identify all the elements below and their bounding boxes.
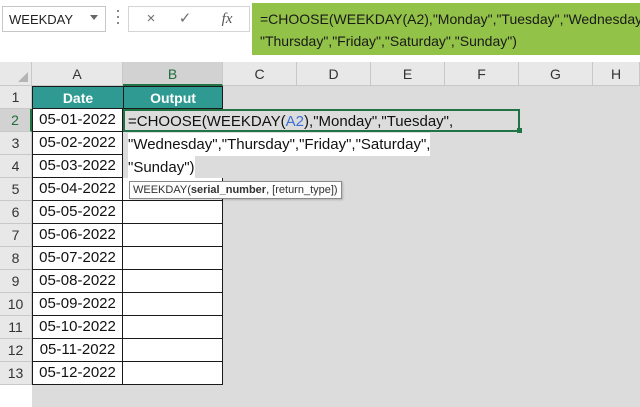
formula-buttons: × ✓ fx — [128, 6, 250, 32]
column-header-h[interactable]: H — [593, 62, 640, 86]
row-header-11[interactable]: 11 — [0, 316, 32, 339]
row-header-9[interactable]: 9 — [0, 270, 32, 293]
tooltip-current-arg[interactable]: serial_number — [191, 184, 266, 196]
date-header-cell[interactable]: Date — [32, 86, 124, 109]
function-tooltip: WEEKDAY(serial_number, [return_type]) — [129, 181, 342, 199]
row-header-7[interactable]: 7 — [0, 224, 32, 247]
row-header-2[interactable]: 2 — [0, 109, 32, 132]
column-header-c[interactable]: C — [223, 62, 297, 86]
name-box-value: WEEKDAY — [9, 12, 74, 27]
output-header-cell[interactable]: Output — [123, 86, 223, 109]
select-all-triangle-icon — [18, 72, 28, 82]
row-header-13[interactable]: 13 — [0, 362, 32, 385]
row-header-12[interactable]: 12 — [0, 339, 32, 362]
row-header-10[interactable]: 10 — [0, 293, 32, 316]
formula-line-1: =CHOOSE(WEEKDAY(A2),"Monday","Tuesday","… — [260, 11, 640, 27]
output-cell[interactable] — [123, 339, 223, 362]
formula-input[interactable]: =CHOOSE(WEEKDAY(A2),"Monday","Tuesday","… — [252, 3, 640, 55]
cancel-icon[interactable]: × — [139, 10, 163, 28]
output-cell[interactable] — [123, 201, 223, 224]
date-cell[interactable]: 05-02-2022 — [32, 132, 123, 155]
date-cell[interactable]: 05-09-2022 — [32, 293, 123, 316]
date-cell[interactable]: 05-03-2022 — [32, 155, 123, 178]
row-header-5[interactable]: 5 — [0, 178, 32, 201]
chevron-down-icon[interactable] — [90, 15, 98, 20]
enter-check-icon[interactable]: ✓ — [173, 10, 197, 28]
date-cell[interactable]: 05-10-2022 — [32, 316, 123, 339]
date-cell[interactable]: 05-06-2022 — [32, 224, 123, 247]
date-cell[interactable]: 05-01-2022 — [32, 109, 123, 132]
output-cell[interactable] — [123, 293, 223, 316]
active-cell-border[interactable] — [123, 109, 520, 132]
row-header-6[interactable]: 6 — [0, 201, 32, 224]
date-cell[interactable]: 05-11-2022 — [32, 339, 123, 362]
column-header-f[interactable]: F — [445, 62, 519, 86]
output-cell[interactable] — [123, 362, 223, 385]
output-cell[interactable] — [123, 316, 223, 339]
tooltip-rest: , [return_type]) — [266, 184, 338, 196]
output-cell[interactable] — [123, 270, 223, 293]
column-divider — [593, 86, 594, 407]
name-box[interactable]: WEEKDAY — [2, 6, 106, 32]
row-header-3[interactable]: 3 — [0, 132, 32, 155]
column-divider — [445, 86, 446, 407]
column-header-a[interactable]: A — [32, 62, 123, 86]
row-header-4[interactable]: 4 — [0, 155, 32, 178]
tooltip-function: WEEKDAY( — [133, 184, 191, 196]
fill-handle[interactable] — [517, 128, 522, 133]
date-cell[interactable]: 05-12-2022 — [32, 362, 123, 385]
column-header-b[interactable]: B — [123, 62, 223, 86]
insert-function-icon[interactable]: fx — [215, 10, 239, 28]
date-cell[interactable]: 05-04-2022 — [32, 178, 123, 201]
formula-line-2: "Thursday","Friday","Saturday","Sunday") — [260, 33, 517, 49]
cell-edit-line-2[interactable]: "Wednesday","Thursday","Friday","Saturda… — [128, 133, 431, 156]
select-all-corner[interactable] — [0, 62, 32, 86]
cell-edit-line-3[interactable]: "Sunday") — [128, 156, 195, 179]
column-divider — [519, 86, 520, 407]
column-header-d[interactable]: D — [297, 62, 371, 86]
column-header-g[interactable]: G — [519, 62, 593, 86]
output-cell[interactable] — [123, 247, 223, 270]
grip-handle-icon[interactable] — [116, 10, 120, 28]
row-header-8[interactable]: 8 — [0, 247, 32, 270]
date-cell[interactable]: 05-07-2022 — [32, 247, 123, 270]
date-cell[interactable]: 05-05-2022 — [32, 201, 123, 224]
row-header-1[interactable]: 1 — [0, 86, 32, 109]
output-cell[interactable] — [123, 224, 223, 247]
column-header-e[interactable]: E — [371, 62, 445, 86]
date-cell[interactable]: 05-08-2022 — [32, 270, 123, 293]
formula-bar-area: WEEKDAY × ✓ fx =CHOOSE(WEEKDAY(A2),"Mond… — [0, 0, 640, 60]
